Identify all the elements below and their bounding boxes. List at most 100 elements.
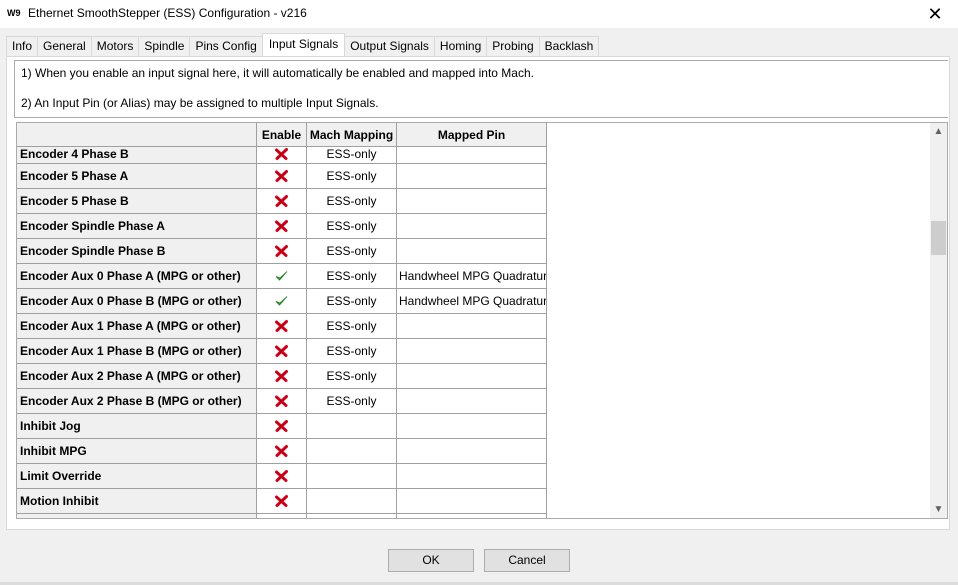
mach-mapping-cell[interactable]: ESS-only (307, 214, 397, 239)
tab-homing[interactable]: Homing (433, 36, 488, 56)
mapped-pin-cell[interactable] (397, 164, 547, 189)
mapped-pin-cell[interactable] (397, 489, 547, 514)
red-x-icon (275, 170, 288, 182)
tab-spindle[interactable]: Spindle (138, 36, 191, 56)
tab-motors[interactable]: Motors (90, 36, 140, 56)
red-x-icon (275, 470, 288, 482)
table-row: Inhibit MPG (17, 439, 547, 464)
table-row: Inhibit Jog (17, 414, 547, 439)
mach-mapping-cell[interactable] (307, 514, 397, 518)
enable-cell[interactable] (257, 264, 307, 289)
enable-cell[interactable] (257, 239, 307, 264)
signals-grid: Enable Mach Mapping Mapped Pin Encoder 4… (16, 122, 948, 519)
enable-cell[interactable] (257, 414, 307, 439)
signal-name: Encoder Spindle Phase B (17, 239, 257, 264)
enable-cell[interactable] (257, 489, 307, 514)
signal-name: Inhibit MPG (17, 439, 257, 464)
header-enable[interactable]: Enable (257, 123, 307, 147)
mach-mapping-cell[interactable] (307, 464, 397, 489)
mach-mapping-cell[interactable] (307, 439, 397, 464)
enable-cell[interactable] (257, 364, 307, 389)
header-mapped-pin[interactable]: Mapped Pin (397, 123, 547, 147)
enable-cell[interactable] (257, 147, 307, 164)
enable-cell[interactable] (257, 164, 307, 189)
tab-pins-config[interactable]: Pins Config (189, 36, 263, 56)
tab-general[interactable]: General (37, 36, 92, 56)
scroll-up-icon[interactable]: ▲ (930, 123, 947, 140)
info-line-2: 2) An Input Pin (or Alias) may be assign… (21, 96, 379, 110)
enable-cell[interactable] (257, 189, 307, 214)
green-check-icon (275, 295, 288, 307)
mapped-pin-cell[interactable] (397, 189, 547, 214)
mach-mapping-cell[interactable]: ESS-only (307, 339, 397, 364)
green-check-icon (275, 270, 288, 282)
table-row: Encoder 4 Phase B ESS-only (17, 147, 547, 164)
mapped-pin-cell[interactable] (397, 147, 547, 164)
mapped-pin-cell[interactable]: Handwheel MPG Quadratur (397, 289, 547, 314)
mach-mapping-cell[interactable]: ESS-only (307, 147, 397, 164)
mach-mapping-cell[interactable]: ESS-only (307, 289, 397, 314)
mapped-pin-cell[interactable] (397, 239, 547, 264)
mapped-pin-cell[interactable] (397, 464, 547, 489)
tab-info[interactable]: Info (6, 36, 39, 56)
red-x-icon (275, 395, 288, 407)
mapped-pin-cell[interactable] (397, 514, 547, 518)
red-x-icon (275, 220, 288, 232)
red-x-icon (275, 445, 288, 457)
grid-rows: Encoder 4 Phase B ESS-only Encoder 5 Phase… (17, 147, 547, 518)
enable-cell[interactable] (257, 339, 307, 364)
table-row: Encoder Aux 1 Phase A (MPG or other) ESS-… (17, 314, 547, 339)
mach-mapping-cell[interactable]: ESS-only (307, 389, 397, 414)
table-row: Motion Inhibit (17, 489, 547, 514)
tab-probing[interactable]: Probing (486, 36, 540, 56)
red-x-icon (275, 148, 288, 160)
info-box: 1) When you enable an input signal here,… (14, 60, 948, 118)
header-mach-mapping[interactable]: Mach Mapping (307, 123, 397, 147)
table-row: Encoder Aux 2 Phase B (MPG or other) ESS-… (17, 389, 547, 414)
mach-mapping-cell[interactable]: ESS-only (307, 189, 397, 214)
mach-mapping-cell[interactable]: ESS-only (307, 164, 397, 189)
tab-backlash[interactable]: Backlash (538, 36, 600, 56)
table-row: Encoder Spindle Phase B ESS-only (17, 239, 547, 264)
enable-cell[interactable] (257, 314, 307, 339)
close-button[interactable]: ✕ (912, 0, 958, 28)
signal-name: Limit Override (17, 464, 257, 489)
enable-cell[interactable] (257, 389, 307, 414)
table-row: Encoder 5 Phase B ESS-only (17, 189, 547, 214)
mach-mapping-cell[interactable]: ESS-only (307, 264, 397, 289)
mapped-pin-cell[interactable]: Handwheel MPG Quadratur (397, 264, 547, 289)
red-x-icon (275, 245, 288, 257)
enable-cell[interactable] (257, 514, 307, 518)
table-row: Encoder Aux 0 Phase B (MPG or other) ESS-… (17, 289, 547, 314)
table-row (17, 514, 547, 518)
header-name (17, 123, 257, 147)
tab-output-signals[interactable]: Output Signals (344, 36, 435, 56)
mapped-pin-cell[interactable] (397, 339, 547, 364)
mach-mapping-cell[interactable]: ESS-only (307, 239, 397, 264)
enable-cell[interactable] (257, 214, 307, 239)
vertical-scrollbar[interactable]: ▲ ▼ (930, 123, 947, 518)
scroll-down-icon[interactable]: ▼ (930, 501, 947, 518)
signal-name: Encoder 4 Phase B (17, 147, 257, 164)
app-icon: W9 (7, 8, 21, 18)
cancel-button[interactable]: Cancel (484, 549, 570, 572)
tab-input-signals[interactable]: Input Signals (261, 33, 346, 56)
mapped-pin-cell[interactable] (397, 364, 547, 389)
enable-cell[interactable] (257, 289, 307, 314)
ok-button[interactable]: OK (388, 549, 474, 572)
input-signals-panel: 1) When you enable an input signal here,… (6, 56, 950, 530)
mach-mapping-cell[interactable] (307, 489, 397, 514)
mach-mapping-cell[interactable]: ESS-only (307, 314, 397, 339)
mapped-pin-cell[interactable] (397, 389, 547, 414)
mapped-pin-cell[interactable] (397, 214, 547, 239)
mach-mapping-cell[interactable] (307, 414, 397, 439)
enable-cell[interactable] (257, 439, 307, 464)
red-x-icon (275, 420, 288, 432)
scrollbar-thumb[interactable] (931, 221, 946, 255)
signal-name: Encoder Aux 0 Phase B (MPG or other) (17, 289, 257, 314)
enable-cell[interactable] (257, 464, 307, 489)
mapped-pin-cell[interactable] (397, 314, 547, 339)
mapped-pin-cell[interactable] (397, 439, 547, 464)
mach-mapping-cell[interactable]: ESS-only (307, 364, 397, 389)
mapped-pin-cell[interactable] (397, 414, 547, 439)
